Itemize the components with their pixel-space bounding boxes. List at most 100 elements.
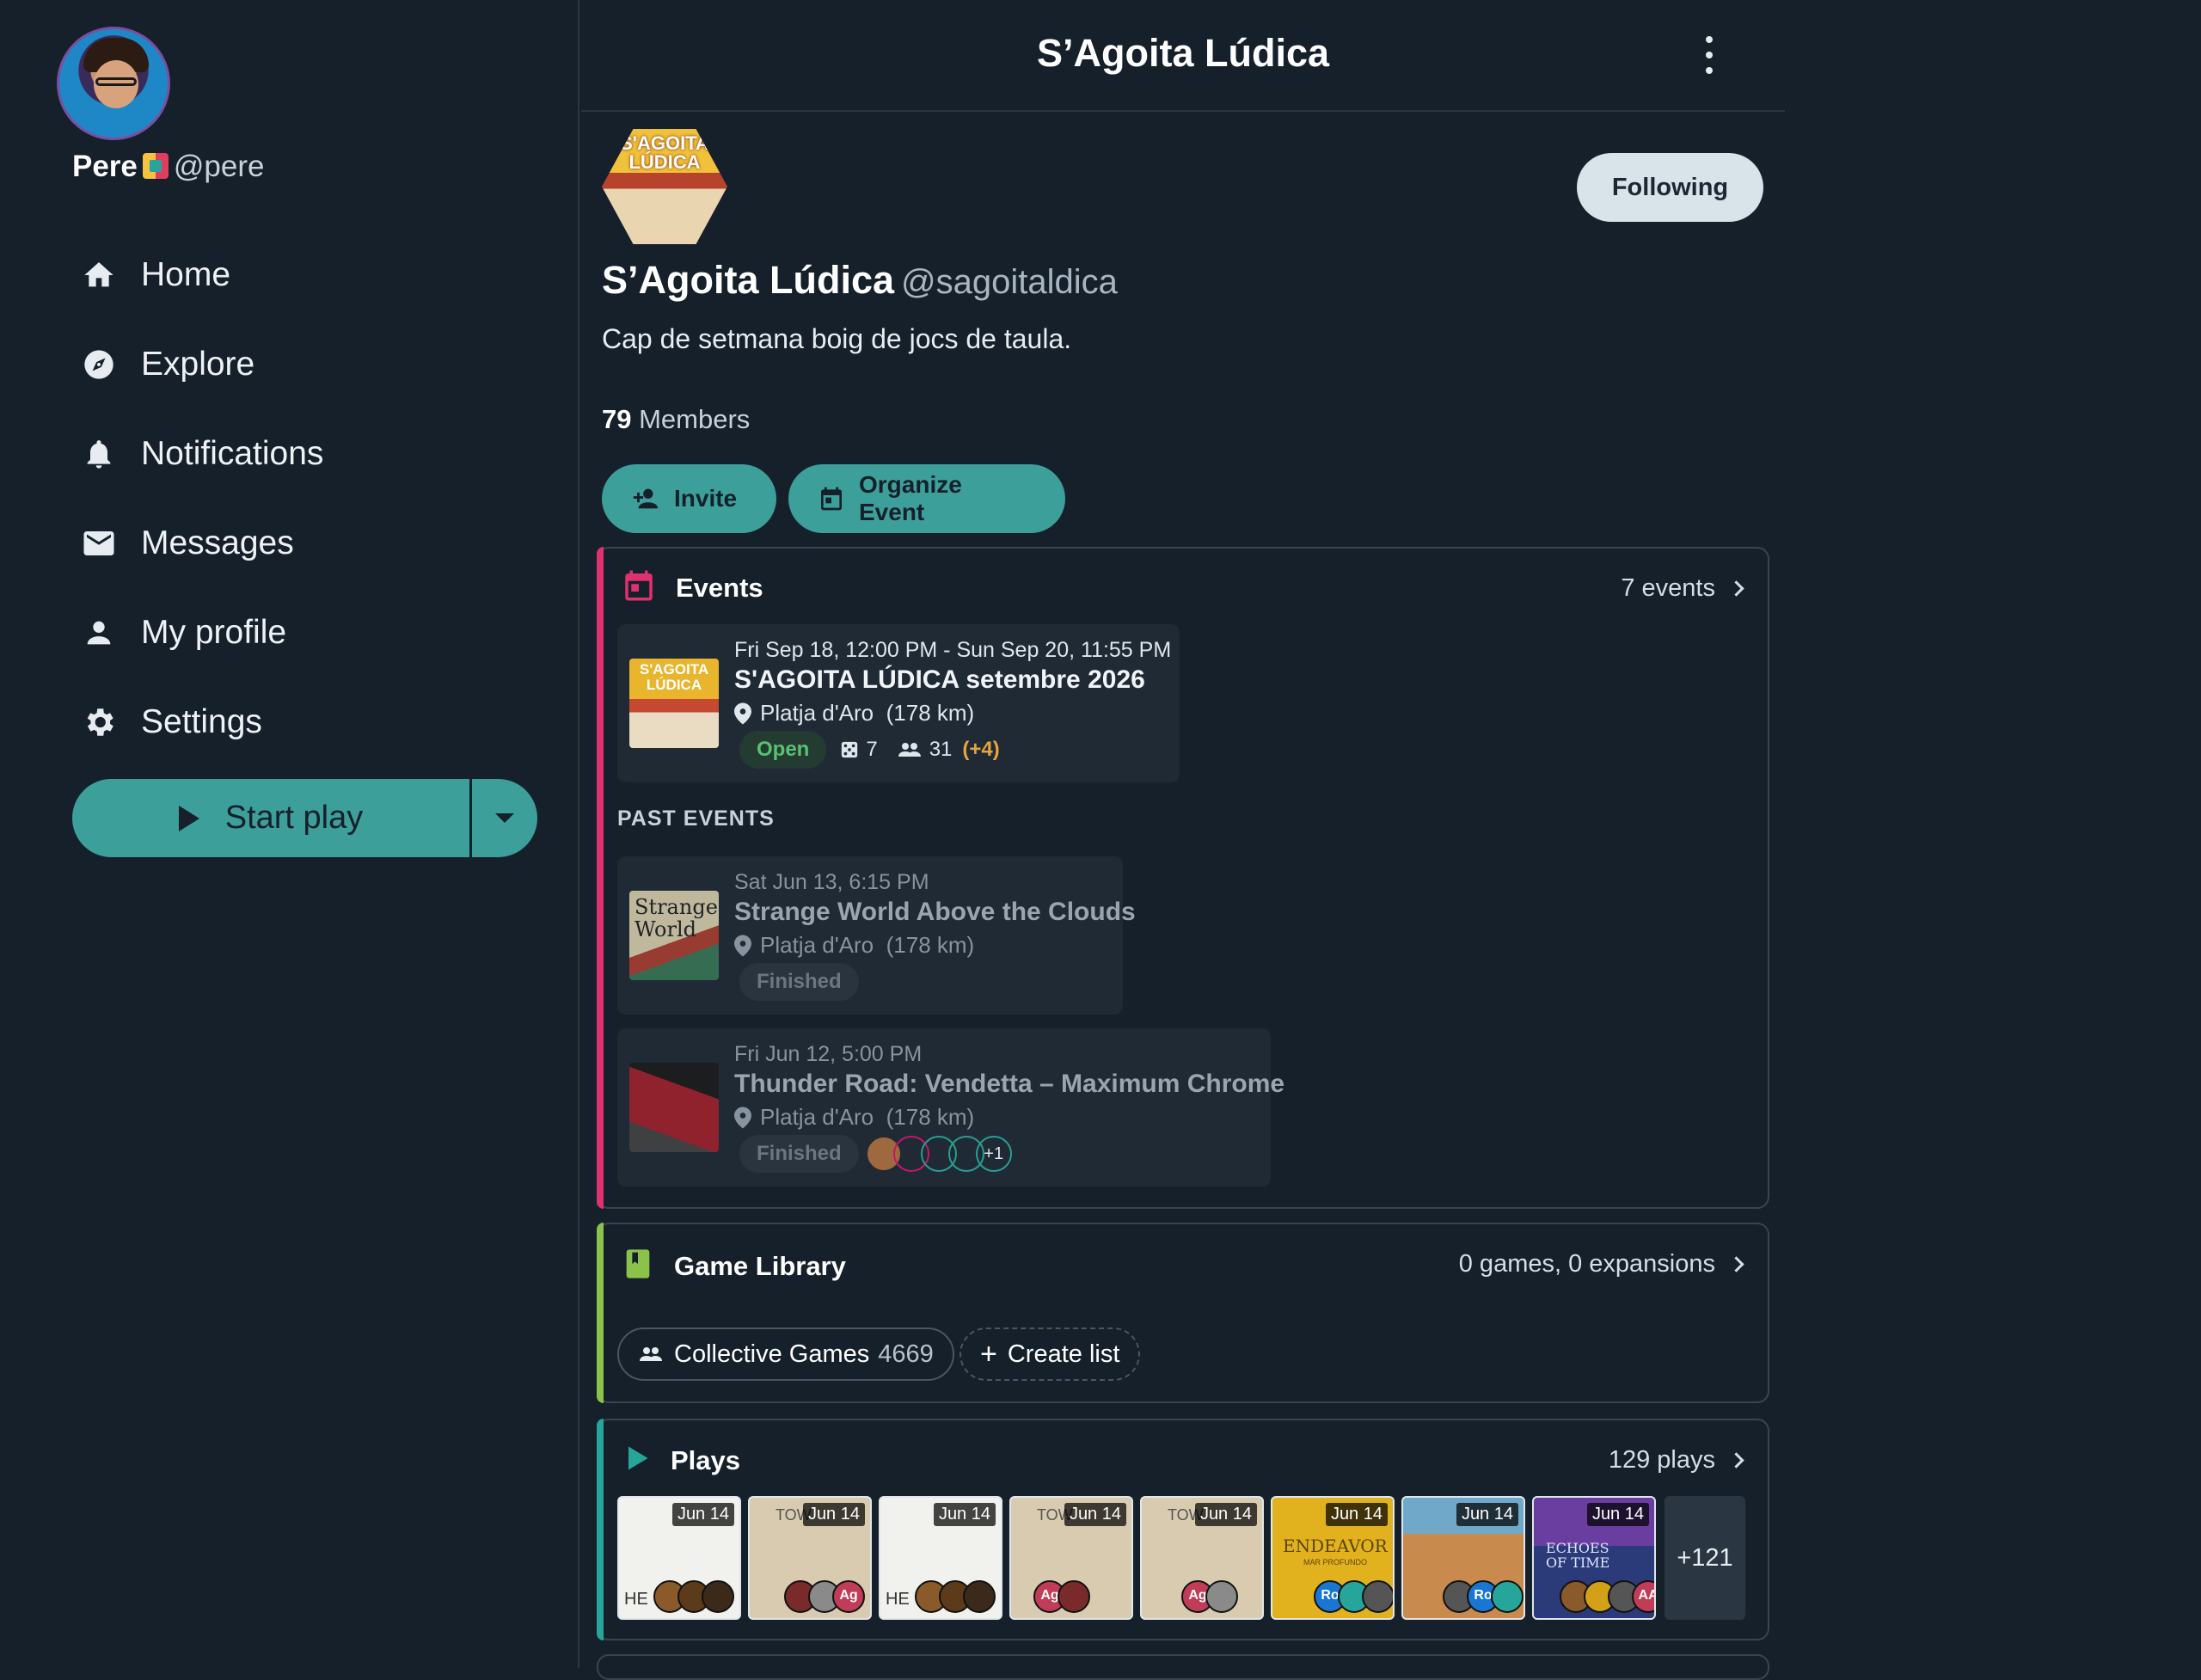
- create-list-chip[interactable]: + Create list: [959, 1327, 1141, 1381]
- invite-label: Invite: [674, 485, 738, 512]
- nav-item-home[interactable]: Home: [79, 230, 323, 320]
- location-pin-icon: [734, 935, 751, 957]
- play-date: Jun 14: [1064, 1503, 1126, 1526]
- organize-event-button[interactable]: Organize Event: [788, 464, 1065, 533]
- person-icon: [79, 613, 119, 653]
- chevron-right-icon: [1728, 1256, 1744, 1272]
- group-name: S’Agoita Lúdica: [602, 258, 895, 302]
- player-avatars: Ro: [1443, 1580, 1524, 1613]
- nav-item-my-profile[interactable]: My profile: [79, 588, 323, 678]
- play-thumbnail[interactable]: HE Jun 14: [617, 1496, 741, 1620]
- play-thumbnail[interactable]: TOW Jun 14 Ag: [1009, 1496, 1133, 1620]
- members-number: 79: [602, 404, 632, 434]
- play-thumbnail[interactable]: Jun 14 Ro: [1401, 1496, 1525, 1620]
- play-thumbnail[interactable]: TOW Jun 14 Ag: [1140, 1496, 1264, 1620]
- collective-games-chip[interactable]: Collective Games 4669: [617, 1327, 954, 1381]
- library-count-link[interactable]: 0 games, 0 expansions: [1459, 1250, 1744, 1278]
- play-icon: [178, 805, 199, 831]
- player-avatars: Ag: [1181, 1580, 1238, 1613]
- start-play-dropdown-button[interactable]: [469, 779, 537, 857]
- events-count: 7 events: [1621, 574, 1715, 602]
- collective-games-label: Collective Games: [674, 1340, 870, 1368]
- status-badge: Open: [739, 731, 827, 769]
- nav-item-explore[interactable]: Explore: [79, 320, 323, 409]
- play-date: Jun 14: [1325, 1503, 1388, 1526]
- following-button[interactable]: Following: [1577, 153, 1763, 222]
- play-date: Jun 14: [671, 1503, 734, 1526]
- play-game-label: HE: [624, 1590, 648, 1609]
- events-card: Events 7 events S'AGOITA LÚDICA Fri Sep …: [597, 547, 1769, 1209]
- plays-count: 129 plays: [1608, 1446, 1715, 1474]
- play-date: Jun 14: [802, 1503, 865, 1526]
- event-thumbnail: S'AGOITA LÚDICA: [629, 659, 719, 748]
- event-date: Fri Jun 12, 5:00 PM: [734, 1042, 923, 1066]
- create-list-label: Create list: [1007, 1340, 1120, 1368]
- player-avatars: [915, 1580, 996, 1613]
- event-distance: (178 km): [886, 1104, 975, 1130]
- more-plays-button[interactable]: +121: [1665, 1496, 1745, 1620]
- caret-down-icon: [495, 813, 514, 823]
- event-location-name: Platja d'Aro: [760, 700, 874, 726]
- play-thumbnail[interactable]: ECHOES OF TIME Jun 14 AA: [1532, 1496, 1656, 1620]
- nav-label-notifications: Notifications: [141, 435, 324, 472]
- event-games-count: 7: [866, 738, 878, 761]
- plays-card: Plays 129 plays HE Jun 14 TOW Jun 14 Ag …: [597, 1419, 1769, 1640]
- nav-item-notifications[interactable]: Notifications: [79, 409, 323, 499]
- play-date: Jun 14: [1194, 1503, 1257, 1526]
- nav-item-settings[interactable]: Settings: [79, 678, 323, 767]
- play-thumbnail[interactable]: HE Jun 14: [879, 1496, 1002, 1620]
- start-play-label: Start play: [224, 800, 364, 836]
- nav-label-explore: Explore: [141, 346, 255, 383]
- user-identity[interactable]: Pere @pere: [72, 150, 265, 184]
- calendar-icon: [818, 485, 845, 512]
- event-distance: (178 km): [886, 700, 975, 726]
- play-thumbnail[interactable]: TOW Jun 14 Ag: [748, 1496, 872, 1620]
- group-handle: @sagoitaldica: [901, 263, 1118, 301]
- event-card-upcoming[interactable]: S'AGOITA LÚDICA Fri Sep 18, 12:00 PM - S…: [617, 624, 1180, 782]
- people-icon: [897, 740, 923, 759]
- event-thumb-text: S'AGOITA LÚDICA: [639, 661, 709, 693]
- gear-icon: [79, 702, 119, 742]
- events-count-link[interactable]: 7 events: [1621, 574, 1744, 603]
- more-attendees-count: +1: [975, 1136, 1012, 1172]
- book-icon: [621, 1247, 655, 1285]
- event-thumbnail: [629, 1063, 719, 1152]
- members-label: Members: [639, 404, 751, 434]
- player-avatars: [653, 1580, 734, 1613]
- event-location: Platja d'Aro (178 km): [734, 1104, 974, 1131]
- attendee-avatars: +1: [865, 1136, 1012, 1172]
- collective-games-count: 4669: [878, 1340, 934, 1368]
- play-date: Jun 14: [1456, 1503, 1518, 1526]
- event-location-name: Platja d'Aro: [760, 932, 874, 958]
- nav-item-messages[interactable]: Messages: [79, 499, 323, 588]
- game-library-card: Game Library 0 games, 0 expansions Colle…: [597, 1223, 1769, 1403]
- events-accent-bar: [597, 547, 604, 1209]
- play-game-sublabel: MAR PROFUNDO: [1303, 1558, 1367, 1567]
- user-name: Pere: [72, 150, 138, 183]
- user-avatar[interactable]: [57, 27, 170, 140]
- nav-label-messages: Messages: [141, 524, 294, 561]
- plays-count-link[interactable]: 129 plays: [1608, 1446, 1744, 1475]
- play-icon: [621, 1443, 652, 1478]
- event-date: Fri Sep 18, 12:00 PM - Sun Sep 20, 11:55…: [734, 638, 1172, 662]
- next-card-edge: [597, 1654, 1769, 1680]
- more-options-icon[interactable]: [1701, 36, 1718, 74]
- mail-icon: [79, 524, 119, 563]
- start-play-button[interactable]: Start play: [72, 779, 469, 857]
- location-pin-icon: [734, 702, 751, 725]
- sidebar: Pere @pere Home Explore Notifications Mes…: [0, 0, 579, 1668]
- group-description: Cap de setmana boig de jocs de taula.: [602, 323, 1072, 354]
- event-location-name: Platja d'Aro: [760, 1104, 874, 1130]
- chevron-right-icon: [1728, 580, 1744, 597]
- play-thumbnail[interactable]: ENDEAVOR MAR PROFUNDO Jun 14 Ro: [1271, 1496, 1395, 1620]
- event-card-past[interactable]: Fri Jun 12, 5:00 PM Thunder Road: Vendet…: [617, 1028, 1284, 1186]
- library-accent-bar: [597, 1223, 604, 1403]
- event-card-past[interactable]: Strange World Sat Jun 13, 6:15 PM Strang…: [617, 856, 1136, 1015]
- bell-icon: [79, 434, 119, 474]
- event-meta: Finished +1: [739, 1135, 1012, 1173]
- invite-button[interactable]: Invite: [602, 464, 776, 533]
- group-logo-text: S'AGOITA LÚDICA: [620, 132, 709, 173]
- event-attendees-count: 31: [929, 738, 953, 761]
- members-count[interactable]: 79 Members: [602, 404, 750, 435]
- organize-event-label: Organize Event: [859, 471, 962, 525]
